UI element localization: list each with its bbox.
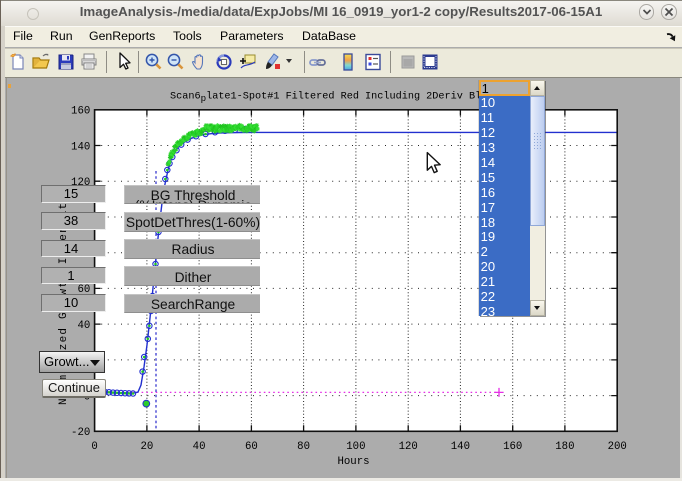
svg-text:40: 40 [77, 320, 90, 332]
svg-text:140: 140 [451, 441, 470, 453]
svg-text:100: 100 [346, 441, 365, 453]
svg-text:200: 200 [608, 441, 627, 453]
svg-text:160: 160 [503, 441, 522, 453]
svg-text:180: 180 [555, 441, 574, 453]
svg-text:80: 80 [297, 441, 310, 453]
svg-text:60: 60 [245, 441, 258, 453]
svg-text:-20: -20 [71, 427, 90, 439]
svg-text:140: 140 [71, 141, 90, 153]
svg-text:20: 20 [140, 441, 153, 453]
svg-text:Scan6plate1-Spot#1 Filtered Re: Scan6plate1-Spot#1 Filtered Red Includin… [170, 90, 493, 104]
svg-text:Hours: Hours [337, 456, 369, 468]
svg-text:160: 160 [71, 106, 90, 118]
svg-text:0: 0 [91, 441, 97, 453]
svg-text:40: 40 [193, 441, 206, 453]
svg-text:120: 120 [399, 441, 418, 453]
